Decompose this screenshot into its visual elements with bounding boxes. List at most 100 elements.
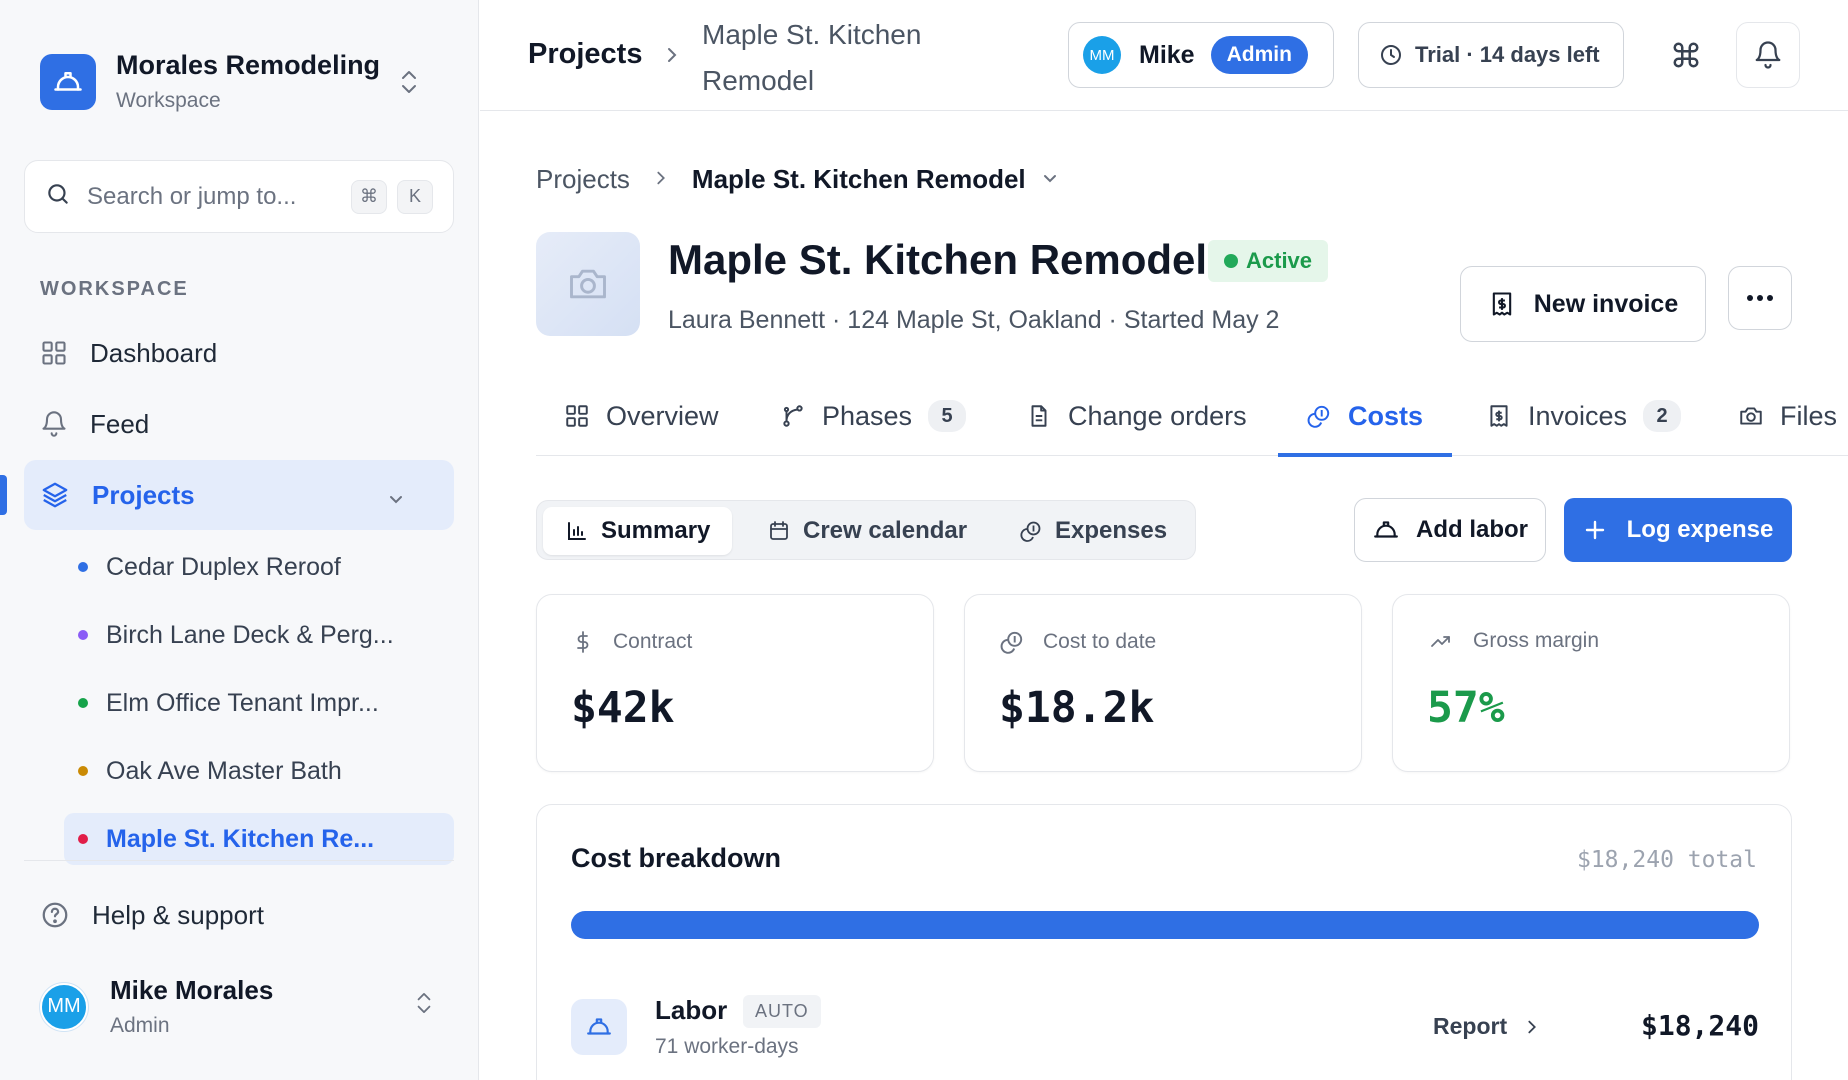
trial-text: Trial · 14 days left <box>1415 42 1600 67</box>
role-badge: Admin <box>1210 36 1308 74</box>
new-invoice-label: New invoice <box>1533 289 1679 318</box>
search-input[interactable]: Search or jump to... ⌘ K <box>24 160 454 233</box>
sidebar-item-label: Projects <box>92 479 195 510</box>
more-button[interactable] <box>1728 266 1792 330</box>
sidebar-project-item[interactable]: Oak Ave Master Bath <box>64 745 454 797</box>
shortcut-key-k: K <box>397 179 433 214</box>
sidebar-project-item-active[interactable]: Maple St. Kitchen Re... <box>64 813 454 865</box>
project-photo[interactable] <box>536 232 640 336</box>
clock-icon <box>1381 45 1401 65</box>
log-expense-button[interactable]: Log expense <box>1564 498 1792 562</box>
plus-icon <box>1585 520 1604 540</box>
coins-icon <box>1307 405 1330 428</box>
hardhat-icon <box>40 53 96 110</box>
tab-change-orders[interactable]: Change orders <box>1026 376 1247 456</box>
workspace-switcher[interactable]: Morales Remodeling Workspace <box>40 50 380 113</box>
user-name: Mike <box>1139 40 1195 69</box>
breakdown-bar-labor <box>571 911 1759 939</box>
receipt-icon <box>1492 292 1511 316</box>
add-labor-label: Add labor <box>1416 516 1528 543</box>
app: Morales Remodeling Workspace Search or j… <box>0 0 1848 1080</box>
user-pill[interactable]: MM Mike Admin <box>1068 22 1334 88</box>
color-dot <box>78 698 88 708</box>
notifications-button[interactable] <box>1736 22 1800 88</box>
hardhat-icon <box>571 999 627 1055</box>
view-segmented-control: Summary Crew calendar Expenses <box>536 500 1196 560</box>
user-role: Admin <box>110 1014 170 1037</box>
breadcrumb: Projects Maple St. Kitchen Remodel <box>536 164 1060 195</box>
user-name: Mike Morales <box>110 975 274 1005</box>
tab-costs[interactable]: Costs <box>1306 376 1423 456</box>
breakdown-total: $18,240 total <box>1576 847 1757 873</box>
receipt-icon <box>1490 405 1508 427</box>
command-icon <box>1673 42 1699 68</box>
sidebar-item-dashboard[interactable]: Dashboard <box>24 318 454 388</box>
report-link[interactable]: Report <box>1433 1013 1541 1040</box>
tab-bar: Overview Phases 5 Change orders Costs In… <box>536 376 1848 457</box>
tab-count: 2 <box>1643 400 1682 432</box>
breadcrumb-root[interactable]: Projects <box>536 164 630 195</box>
tab-label: Change orders <box>1068 400 1247 431</box>
trial-pill[interactable]: Trial · 14 days left <box>1358 22 1624 88</box>
new-invoice-button[interactable]: New invoice <box>1460 266 1706 342</box>
stat-value: 57% <box>1427 683 1505 733</box>
stat-card-contract: Contract $42k <box>536 594 934 772</box>
project-label: Elm Office Tenant Impr... <box>106 688 379 717</box>
bell-icon <box>42 411 66 437</box>
sidebar-project-item[interactable]: Cedar Duplex Reroof <box>64 541 454 593</box>
workspace-subtitle: Workspace <box>116 89 221 112</box>
segment-crew-calendar[interactable]: Crew calendar <box>745 507 989 555</box>
breadcrumb-current: Maple St. Kitchen Remodel <box>702 19 922 96</box>
breakdown-row: Labor AUTO 71 worker-days Report $18,240 <box>571 991 1759 1071</box>
chevron-updown-icon[interactable] <box>398 68 420 101</box>
report-label: Report <box>1433 1013 1508 1039</box>
hardhat-icon <box>1374 521 1398 538</box>
camera-icon <box>1740 407 1762 425</box>
tab-label: Files <box>1780 400 1838 431</box>
tab-invoices[interactable]: Invoices 2 <box>1486 376 1682 456</box>
tab-label: Invoices <box>1528 400 1628 431</box>
project-label: Oak Ave Master Bath <box>106 756 342 785</box>
sidebar-item-feed[interactable]: Feed <box>24 389 454 459</box>
chevron-down-icon[interactable] <box>1040 164 1060 195</box>
document-icon <box>1031 405 1047 427</box>
tab-files[interactable]: Files <box>1738 376 1837 456</box>
color-dot <box>78 630 88 640</box>
tab-overview[interactable]: Overview <box>564 376 719 456</box>
tab-label: Phases <box>822 400 913 431</box>
sidebar-project-item[interactable]: Elm Office Tenant Impr... <box>64 677 454 729</box>
stat-card-cost-to-date: Cost to date $18.2k <box>964 594 1362 772</box>
chevron-updown-icon[interactable] <box>414 990 434 1021</box>
coins-icon <box>1020 521 1041 542</box>
tab-label: Costs <box>1348 400 1424 431</box>
tab-count: 5 <box>928 400 967 432</box>
camera-icon <box>570 269 606 299</box>
segment-expenses[interactable]: Expenses <box>997 507 1189 555</box>
status-dot <box>1224 254 1238 268</box>
color-dot <box>78 766 88 776</box>
command-button[interactable] <box>1654 22 1718 88</box>
tab-phases[interactable]: Phases 5 <box>780 376 967 456</box>
project-label: Maple St. Kitchen Re... <box>106 824 375 853</box>
segment-summary[interactable]: Summary <box>543 507 733 555</box>
status-badge: Active <box>1208 240 1329 282</box>
sidebar-project-item[interactable]: Birch Lane Deck & Perg... <box>64 609 454 661</box>
avatar: MM <box>1083 36 1121 74</box>
status-label: Active <box>1246 248 1313 273</box>
row-subtitle: 71 worker-days <box>655 1035 799 1058</box>
chevron-down-icon[interactable] <box>386 485 428 516</box>
card-title: Cost breakdown <box>571 843 782 873</box>
project-label: Birch Lane Deck & Perg... <box>106 620 394 649</box>
breadcrumb-current[interactable]: Maple St. Kitchen Remodel <box>692 164 1026 195</box>
active-tab-indicator <box>1278 453 1452 457</box>
row-amount: $18,240 <box>1640 1009 1759 1042</box>
sidebar-item-help[interactable]: Help & support <box>24 880 454 950</box>
add-labor-button[interactable]: Add labor <box>1354 498 1546 562</box>
user-menu[interactable]: MM Mike Morales Admin <box>40 975 273 1038</box>
project-meta: Laura Bennett · 124 Maple St, Oakland · … <box>668 306 1280 334</box>
sidebar-item-projects[interactable]: Projects <box>24 460 454 530</box>
sidebar-item-label: Help & support <box>92 899 264 930</box>
breadcrumb-root[interactable]: Projects <box>528 38 642 71</box>
coins-icon <box>1000 631 1023 654</box>
workspace-name: Morales Remodeling <box>116 50 381 80</box>
